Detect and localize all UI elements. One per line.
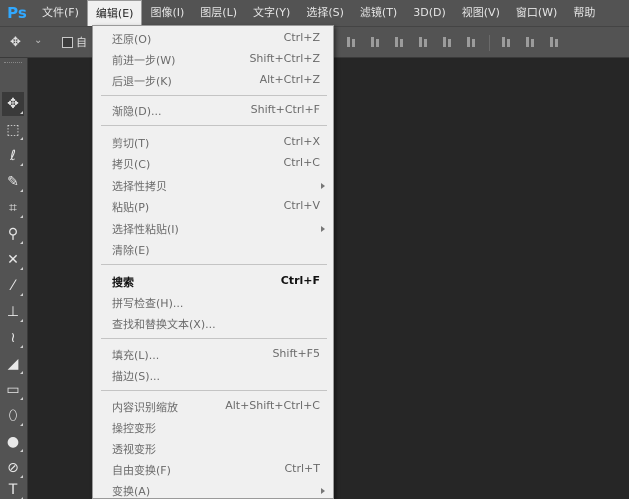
menu-window[interactable]: 窗口(W) <box>508 0 565 26</box>
align-controls <box>345 35 562 51</box>
lasso-tool-icon[interactable]: ℓ <box>2 144 24 168</box>
dodge-tool-icon[interactable]: ● <box>2 430 24 454</box>
menu-item-transform[interactable]: 变换(A) <box>93 480 333 499</box>
healing-brush-tool-icon[interactable]: ✕ <box>2 248 24 272</box>
menu-filter[interactable]: 滤镜(T) <box>352 0 405 26</box>
menu-item-perspective-warp[interactable]: 透视变形 <box>93 438 333 459</box>
menu-3d[interactable]: 3D(D) <box>405 0 454 26</box>
clone-stamp-tool-icon[interactable]: ⊥ <box>2 300 24 324</box>
auto-select-checkbox[interactable] <box>62 37 73 48</box>
menu-item-spell-check[interactable]: 拼写检查(H)... <box>93 292 333 313</box>
menu-item-paste[interactable]: 粘贴(P) Ctrl+V <box>93 196 333 217</box>
menu-file[interactable]: 文件(F) <box>34 0 87 26</box>
menu-item-content-aware-scale[interactable]: 内容识别缩放 Alt+Shift+Ctrl+C <box>93 396 333 417</box>
auto-select-label: 自 <box>76 36 87 49</box>
align-hcenter-icon[interactable] <box>441 35 455 49</box>
photoshop-logo-icon: Ps <box>7 4 27 22</box>
menu-view[interactable]: 视图(V) <box>454 0 508 26</box>
menu-item-step-backward[interactable]: 后退一步(K) Alt+Ctrl+Z <box>93 70 333 91</box>
chevron-down-icon[interactable]: ⌄ <box>34 35 42 46</box>
menu-item-undo[interactable]: 还原(O) Ctrl+Z <box>93 28 333 49</box>
submenu-arrow-icon <box>321 488 325 494</box>
type-tool-icon[interactable]: T <box>2 478 24 499</box>
menu-item-copy-special[interactable]: 选择性拷贝 <box>93 175 333 196</box>
align-vcenter-icon[interactable] <box>369 35 383 49</box>
distribute-bottom-icon[interactable] <box>548 35 562 49</box>
menu-select[interactable]: 选择(S) <box>298 0 352 26</box>
submenu-arrow-icon <box>321 183 325 189</box>
distribute-vcenter-icon[interactable] <box>524 35 538 49</box>
menu-item-copy[interactable]: 拷贝(C) Ctrl+C <box>93 153 333 174</box>
menu-item-free-transform[interactable]: 自由变换(F) Ctrl+T <box>93 459 333 480</box>
menu-bar: Ps 文件(F) 编辑(E) 图像(I) 图层(L) 文字(Y) 选择(S) 滤… <box>0 0 629 26</box>
panel-grip[interactable] <box>4 62 22 64</box>
menu-item-find-replace[interactable]: 查找和替换文本(X)... <box>93 313 333 334</box>
align-left-icon[interactable] <box>417 35 431 49</box>
submenu-arrow-icon <box>321 226 325 232</box>
menu-item-step-forward[interactable]: 前进一步(W) Shift+Ctrl+Z <box>93 49 333 70</box>
menu-item-cut[interactable]: 剪切(T) Ctrl+X <box>93 132 333 153</box>
history-brush-tool-icon[interactable]: ≀ <box>2 326 24 350</box>
menu-help[interactable]: 帮助 <box>565 0 603 26</box>
eraser-tool-icon[interactable]: ◢ <box>2 352 24 376</box>
menu-type[interactable]: 文字(Y) <box>245 0 298 26</box>
move-tool-options-icon[interactable]: ✥ <box>10 35 26 51</box>
align-right-icon[interactable] <box>465 35 479 49</box>
move-tool-icon[interactable]: ✥ <box>2 92 24 116</box>
menu-item-paste-special[interactable]: 选择性粘贴(I) <box>93 218 333 239</box>
quick-select-tool-icon[interactable]: ✎ <box>2 170 24 194</box>
menu-item-fade[interactable]: 渐隐(D)... Shift+Ctrl+F <box>93 100 333 121</box>
edit-menu-dropdown: 还原(O) Ctrl+Z 前进一步(W) Shift+Ctrl+Z 后退一步(K… <box>92 25 334 499</box>
divider <box>489 35 490 51</box>
brush-tool-icon[interactable]: ⁄ <box>2 274 24 298</box>
marquee-tool-icon[interactable]: ⬚ <box>2 118 24 142</box>
menu-item-fill[interactable]: 填充(L)... Shift+F5 <box>93 344 333 365</box>
menu-divider <box>101 95 327 96</box>
tools-panel: ✥ ⬚ ℓ ✎ ⌗ ⚲ ✕ ⁄ ⊥ ≀ ◢ ▭ ⬯ ● ⊘ T <box>0 58 28 499</box>
menu-image[interactable]: 图像(I) <box>142 0 192 26</box>
pen-tool-icon[interactable]: ⊘ <box>2 456 24 480</box>
menu-divider <box>101 125 327 126</box>
eyedropper-tool-icon[interactable]: ⚲ <box>2 222 24 246</box>
menu-item-search[interactable]: 搜索 Ctrl+F <box>93 271 333 292</box>
menu-item-stroke[interactable]: 描边(S)... <box>93 365 333 386</box>
menu-item-puppet-warp[interactable]: 操控变形 <box>93 417 333 438</box>
menu-edit[interactable]: 编辑(E) <box>86 0 143 26</box>
blur-tool-icon[interactable]: ⬯ <box>2 404 24 428</box>
menu-item-clear[interactable]: 清除(E) <box>93 239 333 260</box>
align-top-icon[interactable] <box>345 35 359 49</box>
crop-tool-icon[interactable]: ⌗ <box>2 196 24 220</box>
align-bottom-icon[interactable] <box>393 35 407 49</box>
menu-divider <box>101 338 327 339</box>
menu-divider <box>101 390 327 391</box>
gradient-tool-icon[interactable]: ▭ <box>2 378 24 402</box>
menu-layer[interactable]: 图层(L) <box>192 0 245 26</box>
menu-divider <box>101 264 327 265</box>
distribute-top-icon[interactable] <box>500 35 514 49</box>
